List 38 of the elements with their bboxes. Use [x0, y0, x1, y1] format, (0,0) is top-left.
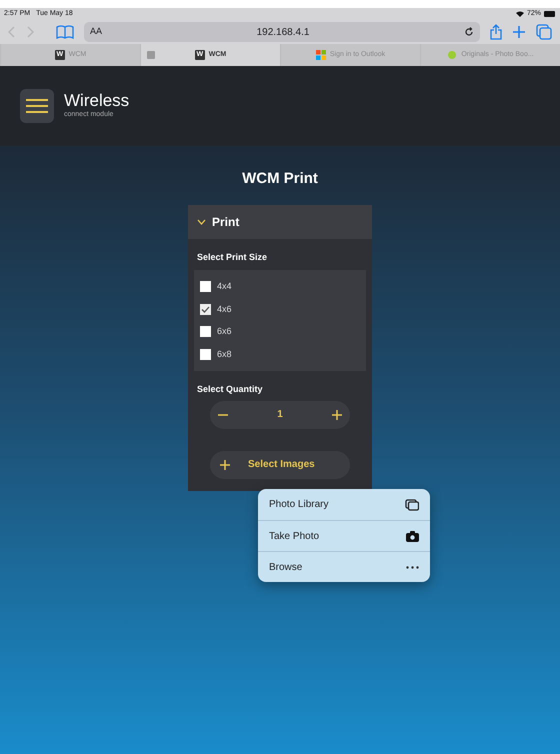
checkbox[interactable] [200, 304, 211, 315]
grid-logo-icon [316, 50, 326, 60]
checkbox[interactable] [200, 326, 211, 338]
select-images-button[interactable]: Select Images [210, 450, 350, 478]
plus-icon[interactable] [332, 410, 342, 420]
photos-stack-icon [405, 498, 419, 510]
tabs-icon[interactable] [536, 24, 552, 40]
menu-item[interactable]: Photo Library [258, 489, 430, 520]
reload-icon[interactable] [464, 27, 474, 37]
page-title: WCM Print [242, 169, 318, 189]
section-label: Select Quantity [196, 383, 264, 396]
leaf-icon [447, 50, 458, 60]
menu-item[interactable]: Take Photo [258, 520, 430, 551]
address-bar[interactable]: AA 192.168.4.1 [84, 22, 480, 42]
panel-title: Print [212, 214, 240, 230]
logo-title: Wireless [64, 92, 130, 110]
size-option-label: 4x6 [217, 302, 232, 316]
battery-icon [544, 11, 556, 17]
book-icon[interactable] [56, 25, 74, 39]
plus-icon [220, 460, 230, 470]
size-option-label: 6x8 [217, 348, 232, 360]
quantity-value: 1 [277, 408, 283, 422]
checkbox[interactable] [200, 348, 211, 360]
more-icon [406, 566, 419, 568]
share-icon[interactable] [490, 24, 502, 40]
wifi-icon [516, 11, 524, 17]
size-option-label: 4x4 [217, 280, 232, 293]
minus-icon[interactable] [218, 414, 228, 416]
camera-icon [406, 530, 419, 542]
panel-header[interactable]: Print [188, 204, 372, 238]
menu-item[interactable]: Browse [258, 551, 430, 582]
text-size-button[interactable]: AA [90, 25, 102, 39]
chevron-icon [197, 218, 206, 224]
checkbox[interactable] [200, 281, 211, 292]
menu-button[interactable] [20, 89, 54, 123]
size-option-label: 6x6 [217, 325, 232, 338]
url-text: 192.168.4.1 [256, 26, 310, 40]
section-label: Select Print Size [196, 250, 268, 264]
